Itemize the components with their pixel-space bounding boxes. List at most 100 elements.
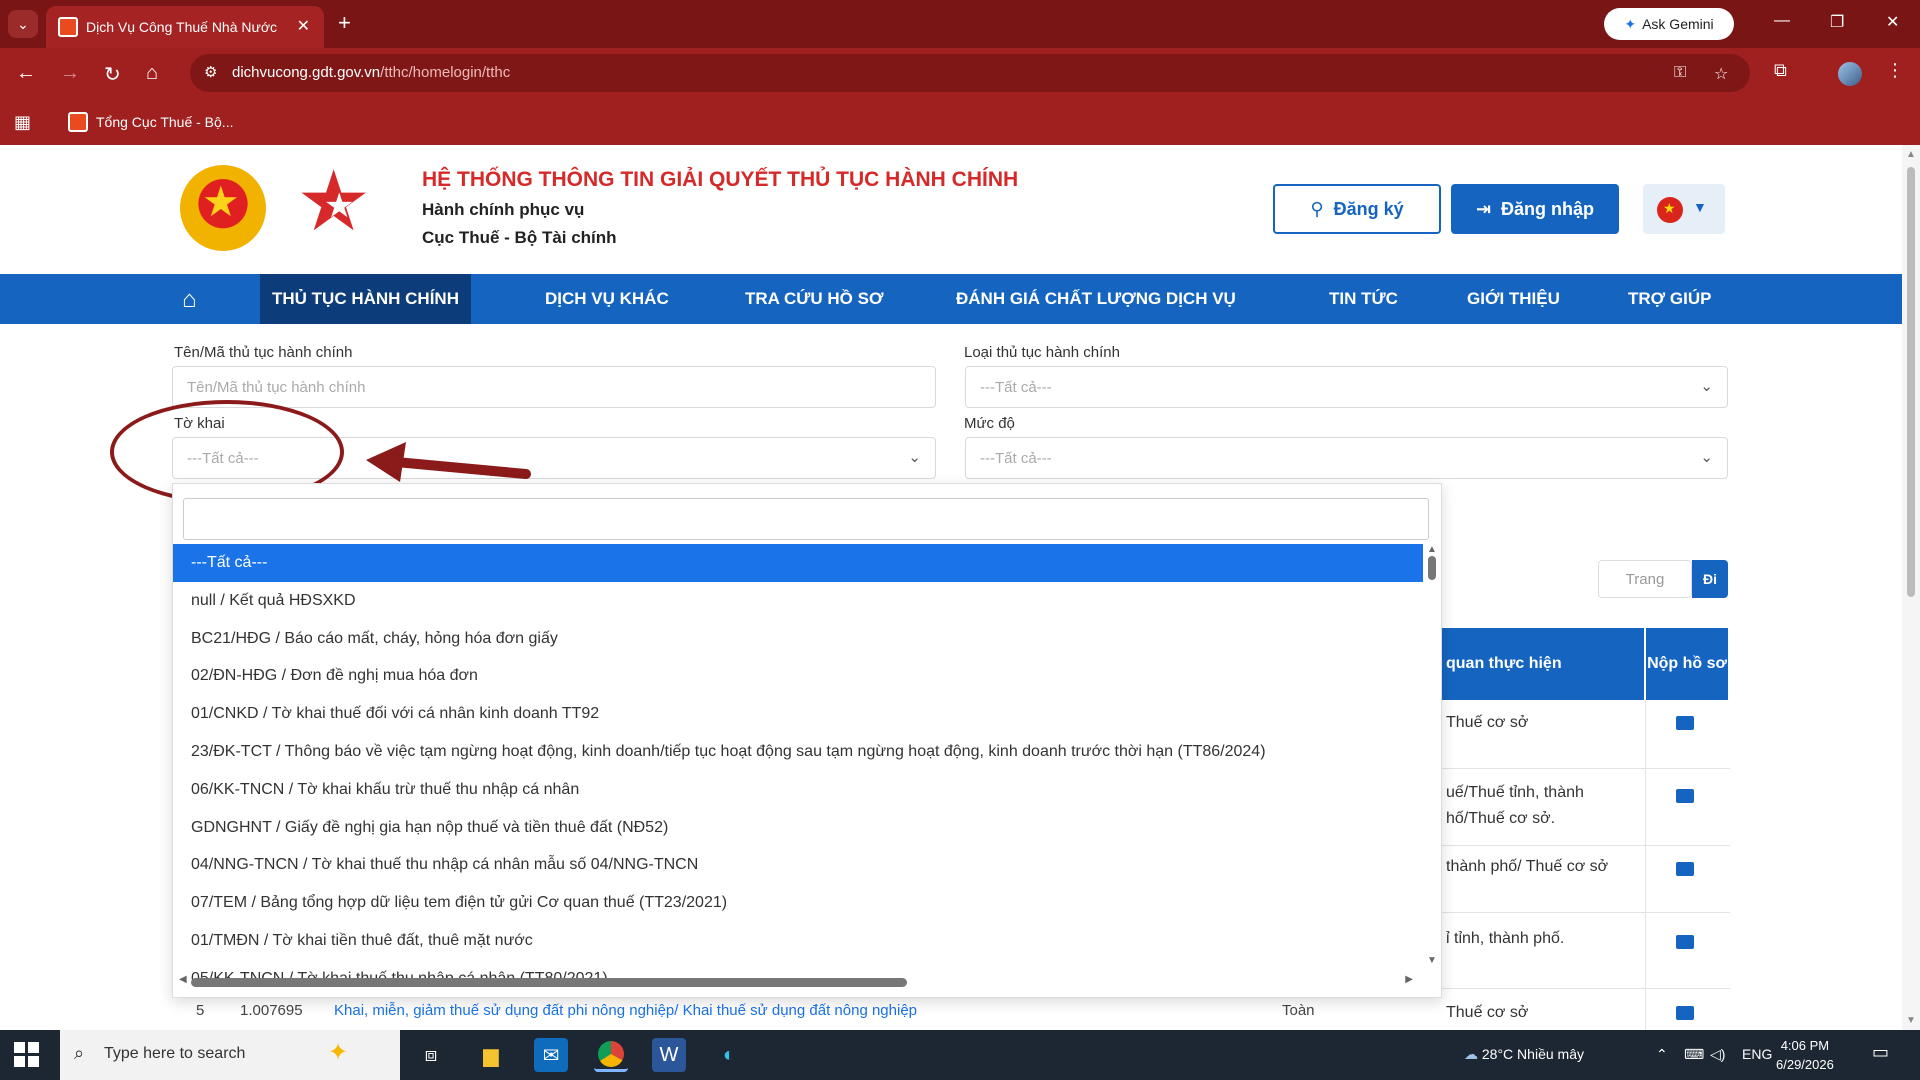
browser-tab[interactable]: Dịch Vụ Công Thuế Nhà Nước ✕ [46, 6, 324, 48]
tab-search-button[interactable]: ⌄ [8, 10, 38, 38]
volume-icon[interactable]: ◁) [1710, 1046, 1725, 1063]
scroll-down-icon[interactable]: ▼ [1427, 955, 1437, 966]
browser-menu-icon[interactable]: ⋮ [1886, 60, 1904, 81]
edge-icon[interactable]: ◐ [712, 1038, 746, 1072]
dropdown-option[interactable]: null / Kết quả HĐSXKD [173, 582, 1423, 620]
scrollbar-thumb[interactable] [1428, 556, 1436, 580]
system-title: HỆ THỐNG THÔNG TIN GIẢI QUYẾT THỦ TỤC HÀ… [422, 168, 1019, 191]
agency-name: Cục Thuế - Bộ Tài chính [422, 228, 617, 247]
table-cell-agency: ỉ tỉnh, thành phố. [1446, 930, 1565, 947]
tab-favicon-icon [58, 17, 78, 37]
nav-other-services[interactable]: DỊCH VỤ KHÁC [545, 274, 669, 324]
apps-grid-icon[interactable]: ▦ [14, 112, 31, 133]
dropdown-option[interactable]: 01/TMĐN / Tờ khai tiền thuê đất, thuê mặ… [173, 922, 1423, 960]
table-cell-procedure-link[interactable]: Khai, miễn, giảm thuế sử dụng đất phi nô… [334, 1002, 917, 1019]
nav-administrative-procedures[interactable]: THỦ TỤC HÀNH CHÍNH [260, 274, 471, 324]
restore-button[interactable]: ❐ [1830, 12, 1844, 32]
register-button[interactable]: ⚲ Đăng ký [1273, 184, 1441, 234]
scroll-left-icon[interactable]: ◀ [179, 974, 187, 985]
dropdown-option[interactable]: 02/ĐN-HĐG / Đơn đề nghị mua hóa đơn [173, 657, 1423, 695]
notification-icon[interactable]: ▭ [1872, 1042, 1889, 1063]
procedure-name-input[interactable]: Tên/Mã thủ tục hành chính [172, 366, 936, 408]
word-icon[interactable]: W [652, 1038, 686, 1072]
windows-start-icon[interactable] [14, 1042, 40, 1068]
table-row-divider [1440, 988, 1730, 989]
ask-gemini-button[interactable]: ✦ Ask Gemini [1604, 8, 1734, 40]
site-info-icon[interactable]: ⚙ [204, 63, 217, 81]
procedure-name-label: Tên/Mã thủ tục hành chính [174, 344, 353, 361]
reload-icon[interactable]: ↻ [104, 62, 121, 87]
dropdown-option[interactable]: 06/KK-TNCN / Tờ khai khấu trừ thuế thu n… [173, 771, 1423, 809]
scrollbar-thumb[interactable] [1907, 167, 1915, 597]
chrome-icon[interactable] [594, 1038, 628, 1072]
weather-indicator[interactable]: ☁ 28°C Nhiều mây [1464, 1046, 1584, 1063]
caret-down-icon: ▼ [1693, 199, 1707, 215]
nav-service-rating[interactable]: ĐÁNH GIÁ CHẤT LƯỢNG DỊCH VỤ [956, 274, 1236, 324]
browser-toolbar: ← → ↻ ⌂ ⚙ dichvucong.gdt.gov.vn/tthc/hom… [0, 48, 1920, 100]
tax-department-logo: ★ ★ [296, 154, 372, 248]
file-explorer-icon[interactable]: ▆ [474, 1038, 508, 1072]
tray-chevron-icon[interactable]: ⌃ [1656, 1046, 1668, 1063]
table-cell-agency: uế/Thuế tỉnh, thành [1446, 784, 1584, 801]
table-cell-level: Toàn [1282, 1002, 1315, 1019]
profile-avatar[interactable] [1838, 62, 1862, 86]
submit-folder-icon[interactable] [1676, 716, 1694, 730]
nav-help[interactable]: TRỢ GIÚP [1628, 274, 1711, 324]
dropdown-option[interactable]: BC21/HĐG / Báo cáo mất, cháy, hỏng hóa đ… [173, 620, 1423, 658]
scroll-down-icon[interactable]: ▼ [1906, 1015, 1916, 1026]
nav-news[interactable]: TIN TỨC [1329, 274, 1398, 324]
level-select[interactable]: ---Tất cả--- ⌄ [965, 437, 1728, 479]
home-nav-icon[interactable]: ⌂ [182, 286, 197, 314]
dropdown-option[interactable]: GDNGHNT / Giấy đề nghị gia hạn nộp thuế … [173, 809, 1423, 847]
nav-about[interactable]: GIỚI THIỆU [1467, 274, 1560, 324]
dropdown-search-input[interactable] [183, 498, 1429, 540]
page-number-input[interactable]: Trang [1598, 560, 1692, 598]
language-selector[interactable]: ★ ▼ [1643, 184, 1725, 234]
dropdown-option[interactable]: 01/CNKD / Tờ khai thuế đối với cá nhân k… [173, 695, 1423, 733]
dropdown-option[interactable]: 04/NNG-TNCN / Tờ khai thuế thu nhập cá n… [173, 846, 1423, 884]
submit-folder-icon[interactable] [1676, 789, 1694, 803]
bookmark-item[interactable]: Tổng Cục Thuế - Bộ... [68, 112, 233, 132]
page-scrollbar[interactable]: ▲ ▼ [1902, 145, 1920, 1030]
taskbar-search-box[interactable]: ⌕ Type here to search ✦ [60, 1030, 400, 1080]
table-cell-agency: thành phố/ Thuế cơ sở [1446, 858, 1609, 875]
forward-icon[interactable]: → [60, 62, 80, 85]
page-go-button[interactable]: Đi [1692, 560, 1728, 598]
login-button[interactable]: ⇥ Đăng nhập [1451, 184, 1619, 234]
submit-folder-icon[interactable] [1676, 935, 1694, 949]
dropdown-option[interactable]: ---Tất cả--- [173, 544, 1423, 582]
task-view-icon[interactable]: ⧈ [414, 1038, 448, 1072]
extensions-icon[interactable]: ⧉ [1774, 60, 1787, 81]
windows-taskbar: ⌕ Type here to search ✦ ⧈ ▆ ✉ W ◐ ☁ 28°C… [0, 1030, 1920, 1080]
declaration-dropdown: ---Tất cả--- null / Kết quả HĐSXKD BC21/… [172, 483, 1442, 998]
input-language[interactable]: ENG [1742, 1046, 1772, 1062]
dropdown-option[interactable]: 07/TEM / Bảng tổng hợp dữ liệu tem điện … [173, 884, 1423, 922]
procedure-type-select[interactable]: ---Tất cả--- ⌄ [965, 366, 1728, 408]
address-bar[interactable]: ⚙ dichvucong.gdt.gov.vn/tthc/homelogin/t… [190, 54, 1750, 92]
password-key-icon[interactable]: ⚿ [1674, 64, 1686, 82]
system-subtitle: Hành chính phục vụ [422, 200, 585, 219]
table-cell-code: 1.007695 [240, 1002, 303, 1019]
close-window-button[interactable]: ✕ [1886, 12, 1899, 32]
dropdown-vertical-scrollbar[interactable]: ▲ ▼ [1425, 544, 1439, 966]
nav-lookup-records[interactable]: TRA CỨU HỒ SƠ [745, 274, 883, 324]
minimize-button[interactable]: — [1774, 12, 1790, 30]
new-tab-button[interactable]: + [338, 10, 351, 36]
scrollbar-thumb[interactable] [191, 978, 907, 987]
back-icon[interactable]: ← [16, 62, 36, 85]
system-clock[interactable]: 4:06 PM 6/29/2026 [1776, 1036, 1834, 1074]
chevron-down-icon: ⌄ [1700, 449, 1713, 466]
tab-close-icon[interactable]: ✕ [297, 16, 310, 36]
login-icon: ⇥ [1475, 198, 1492, 219]
outlook-icon[interactable]: ✉ [534, 1038, 568, 1072]
scroll-up-icon[interactable]: ▲ [1906, 149, 1916, 160]
submit-folder-icon[interactable] [1676, 1006, 1694, 1020]
scroll-right-icon[interactable]: ▶ [1405, 974, 1413, 985]
home-icon[interactable]: ⌂ [146, 62, 158, 85]
dropdown-option[interactable]: 23/ĐK-TCT / Thông báo về việc tạm ngừng … [173, 733, 1423, 771]
bookmark-star-icon[interactable]: ☆ [1714, 64, 1728, 84]
dropdown-horizontal-scrollbar[interactable]: ◀ ▶ [177, 974, 1417, 990]
submit-folder-icon[interactable] [1676, 862, 1694, 876]
scroll-up-icon[interactable]: ▲ [1427, 544, 1437, 555]
network-icon[interactable]: ⌨ [1684, 1046, 1704, 1063]
